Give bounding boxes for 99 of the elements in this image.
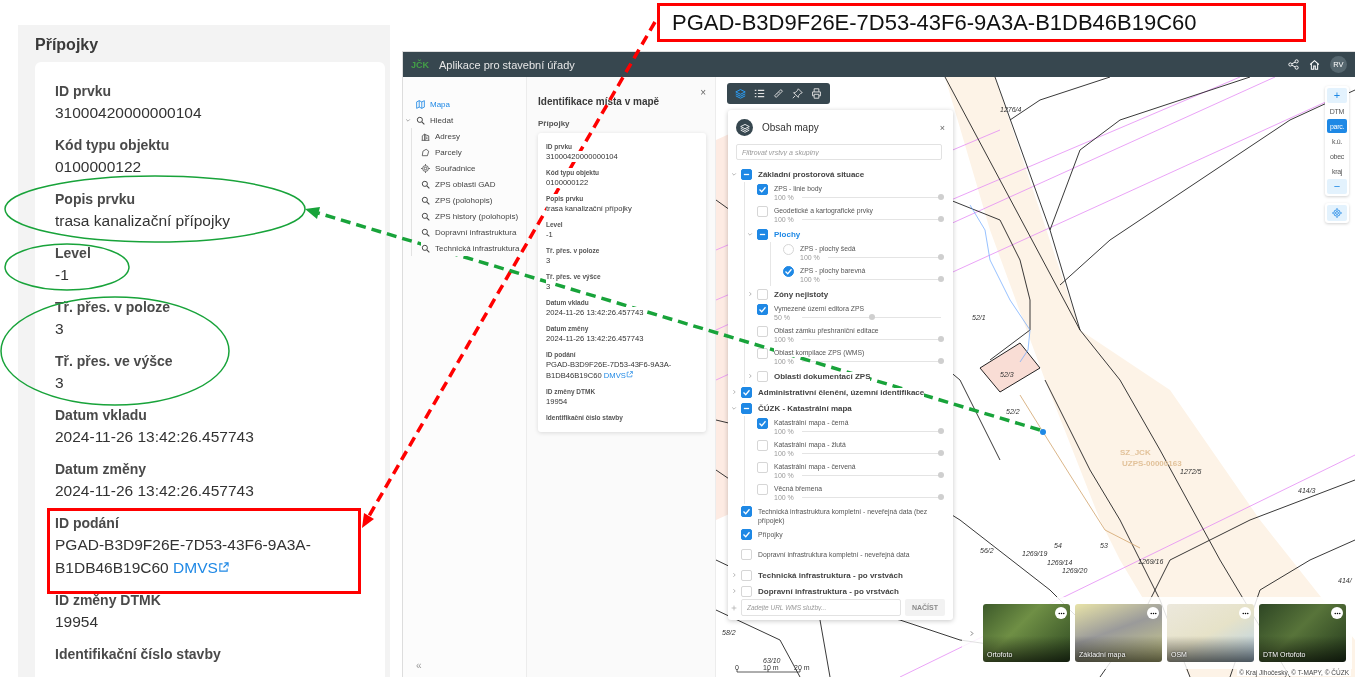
field-label: ID změny DTMK (55, 591, 161, 610)
field-value: 31000420000000104 (55, 103, 202, 123)
ruler-icon (773, 88, 784, 99)
external-link-icon (625, 371, 633, 378)
search-icon (421, 211, 430, 221)
slider-thumb[interactable] (938, 254, 944, 261)
slider-thumb[interactable] (938, 216, 944, 223)
check-icon (758, 305, 767, 314)
group-label: Technická infrastruktura - po vrstvách (758, 570, 903, 580)
field-label: Datum vkladu (55, 406, 147, 425)
check-icon (742, 387, 751, 397)
checkbox[interactable] (741, 386, 752, 398)
app-title: Aplikace pro stavební úřady (439, 58, 576, 71)
callout-label: PGAD-B3D9F26E-7D53-43F6-9A3A-B1DB46B19C60 (657, 3, 1306, 42)
home-button[interactable] (1309, 59, 1320, 70)
field-value: trasa kanalizační přípojky (55, 211, 230, 231)
checkbox[interactable] (741, 529, 752, 540)
layers-icon (736, 119, 753, 136)
field-value: 19954 (55, 612, 99, 632)
field-label: Popis prvku (55, 190, 136, 209)
plus-icon (731, 604, 737, 611)
pin-icon (792, 88, 803, 99)
slider-thumb[interactable] (938, 472, 944, 479)
field-label: Level (55, 244, 91, 263)
chevron-icon (968, 629, 975, 637)
field-value: 2024-11-26 13:42:26.457743 (55, 427, 254, 447)
map-icon (416, 99, 425, 109)
more-button[interactable] (1055, 607, 1067, 619)
group-label: Dopravní infrastruktura - po vrstvách (758, 586, 899, 596)
group-label: Základní prostorová situace (758, 169, 865, 179)
location-marker (1040, 429, 1046, 435)
checkbox[interactable] (757, 228, 768, 240)
checkbox[interactable] (741, 168, 752, 180)
slider-thumb[interactable] (938, 450, 944, 457)
target-icon (1332, 208, 1342, 218)
field-value: 3 (55, 373, 64, 393)
check-icon (742, 507, 751, 516)
field-label: Tř. přes. v poloze (55, 298, 171, 317)
checkbox[interactable] (741, 506, 752, 517)
nav-item[interactable]: Technická infrastruktura (421, 240, 520, 256)
group-label: Administrativní členění, územní identifikace (758, 387, 925, 397)
field-label: ID prvku (55, 82, 111, 101)
slider-thumb[interactable] (868, 314, 875, 321)
panel-title: Přípojky (35, 35, 99, 55)
layers-icon (735, 88, 746, 99)
field-value: -1 (55, 265, 69, 285)
slider-thumb[interactable] (938, 494, 944, 501)
field-label: Identifikační číslo stavby (55, 645, 221, 664)
check-icon (784, 267, 793, 276)
more-button[interactable] (1331, 607, 1343, 619)
share-button[interactable] (1288, 59, 1299, 70)
dmvs-link[interactable]: DMVS (173, 559, 229, 576)
group-label: Oblasti dokumentací ZPS (774, 371, 871, 381)
close-button[interactable]: × (700, 88, 706, 98)
radio-button[interactable] (783, 266, 794, 277)
group-label: Zóny nejistoty (774, 289, 829, 299)
group-label: ČÚZK - Katastrální mapa (758, 403, 852, 413)
check-icon (758, 419, 767, 428)
zone-label: SZ_JCK (1120, 448, 1151, 457)
checkbox[interactable] (757, 418, 768, 429)
panel-title: Identifikace místa v mapě (538, 96, 660, 107)
field-value: PGAD-B3D9F26E-7D53-43F6-9A3A-B1DB46B19C60 DMVS (55, 535, 312, 578)
field-label: Tř. přes. ve výšce (55, 352, 173, 371)
search-icon (421, 195, 430, 205)
pin-button[interactable] (789, 86, 806, 101)
share-icon (1288, 59, 1299, 70)
search-icon (421, 227, 430, 237)
slider-thumb[interactable] (938, 276, 944, 283)
check-icon (758, 185, 767, 194)
slider-thumb[interactable] (938, 428, 944, 435)
search-icon (416, 115, 425, 125)
slider-thumb[interactable] (938, 336, 944, 343)
app-logo: JČK (411, 59, 429, 70)
checkbox[interactable] (757, 304, 768, 315)
check-icon (742, 530, 751, 539)
field-value: 0100000122 (55, 157, 142, 177)
field-label: Datum změny (55, 460, 147, 479)
group-label: Plochy (774, 229, 801, 239)
list-icon (754, 88, 765, 99)
close-button[interactable]: × (939, 122, 945, 133)
target-icon (421, 163, 430, 173)
search-icon (421, 243, 430, 253)
home-icon (1309, 59, 1320, 70)
printer-icon (811, 88, 822, 99)
checkbox[interactable] (741, 402, 752, 414)
slider-thumb[interactable] (938, 194, 944, 201)
building-icon (421, 131, 430, 141)
panel-title: Obsah mapy (762, 122, 820, 133)
slider-thumb[interactable] (938, 358, 944, 365)
scale-bar (736, 668, 801, 673)
field-value: 3 (55, 319, 64, 339)
field-label: Kód typu objektu (55, 136, 170, 155)
search-icon (421, 179, 430, 189)
field-label: ID podání (55, 514, 119, 533)
field-value: 2024-11-26 13:42:26.457743 (55, 481, 254, 501)
section-title: Přípojky (538, 119, 570, 128)
external-link-icon (217, 562, 229, 573)
parcel-icon (421, 147, 430, 157)
checkbox[interactable] (757, 184, 768, 195)
